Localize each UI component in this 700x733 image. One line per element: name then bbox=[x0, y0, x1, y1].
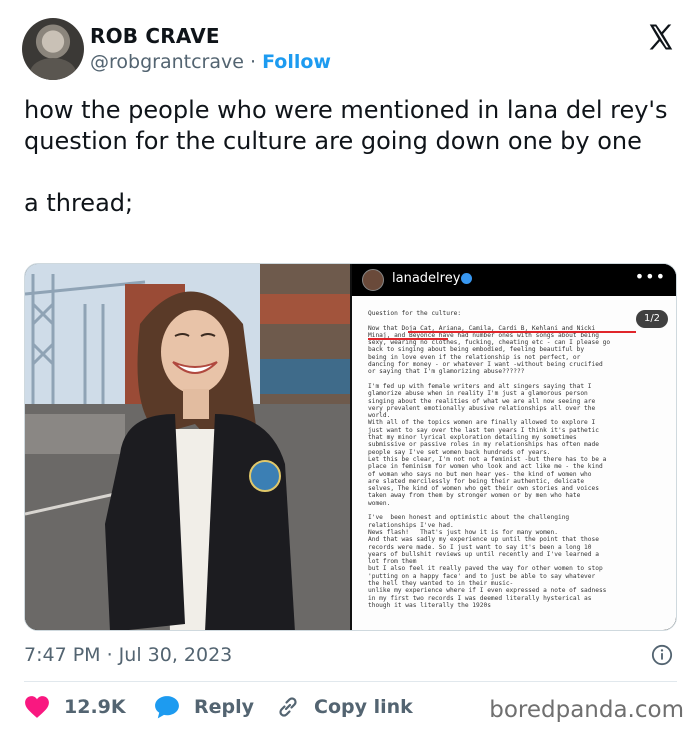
copy-link-button[interactable]: Copy link bbox=[276, 690, 413, 724]
separator-dot: · bbox=[249, 51, 257, 73]
author-handle[interactable]: @robgrantcrave bbox=[90, 51, 244, 73]
watermark: boredpanda.com bbox=[489, 697, 684, 723]
instagram-account-name[interactable]: lanadelrey bbox=[392, 271, 460, 286]
photo-woman-in-jacket[interactable] bbox=[25, 264, 350, 630]
reply-label: Reply bbox=[194, 696, 255, 718]
author-handle-row: @robgrantcrave · Follow bbox=[90, 51, 331, 73]
instagram-header: lanadelrey ••• bbox=[352, 264, 676, 296]
instagram-avatar[interactable] bbox=[362, 269, 384, 291]
reply-button[interactable]: Reply bbox=[154, 690, 254, 724]
tweet-timestamp[interactable]: 7:47 PM · Jul 30, 2023 bbox=[24, 644, 232, 666]
info-icon[interactable] bbox=[651, 644, 673, 666]
tweet-text: how the people who were mentioned in lan… bbox=[24, 96, 668, 217]
tweet-actions: 12.9K Reply Copy link bbox=[24, 690, 494, 724]
tweet-header: ROB CRAVE @robgrantcrave · Follow bbox=[22, 18, 682, 80]
follow-button[interactable]: Follow bbox=[262, 51, 331, 73]
photo-illustration bbox=[25, 264, 350, 630]
tweet-media[interactable]: lanadelrey ••• 1/2 Question for the cult… bbox=[24, 263, 677, 631]
author-name[interactable]: ROB CRAVE bbox=[90, 24, 220, 48]
link-icon bbox=[279, 697, 297, 717]
heart-icon bbox=[25, 696, 49, 718]
speech-bubble-icon bbox=[155, 696, 179, 719]
red-underline bbox=[368, 338, 448, 340]
like-count: 12.9K bbox=[64, 696, 126, 718]
letter-text: Question for the culture: Now that Doja … bbox=[368, 310, 611, 609]
letter-image: 1/2 Question for the culture: Now that D… bbox=[352, 296, 676, 630]
x-logo-icon[interactable] bbox=[646, 22, 676, 52]
more-options-icon[interactable]: ••• bbox=[635, 267, 666, 286]
red-underline bbox=[408, 331, 636, 333]
like-button[interactable]: 12.9K bbox=[24, 690, 126, 724]
copy-link-label: Copy link bbox=[314, 696, 413, 718]
verified-badge-icon bbox=[461, 273, 472, 284]
instagram-screenshot[interactable]: lanadelrey ••• 1/2 Question for the cult… bbox=[352, 264, 676, 630]
avatar[interactable] bbox=[22, 18, 84, 80]
divider bbox=[24, 681, 677, 682]
